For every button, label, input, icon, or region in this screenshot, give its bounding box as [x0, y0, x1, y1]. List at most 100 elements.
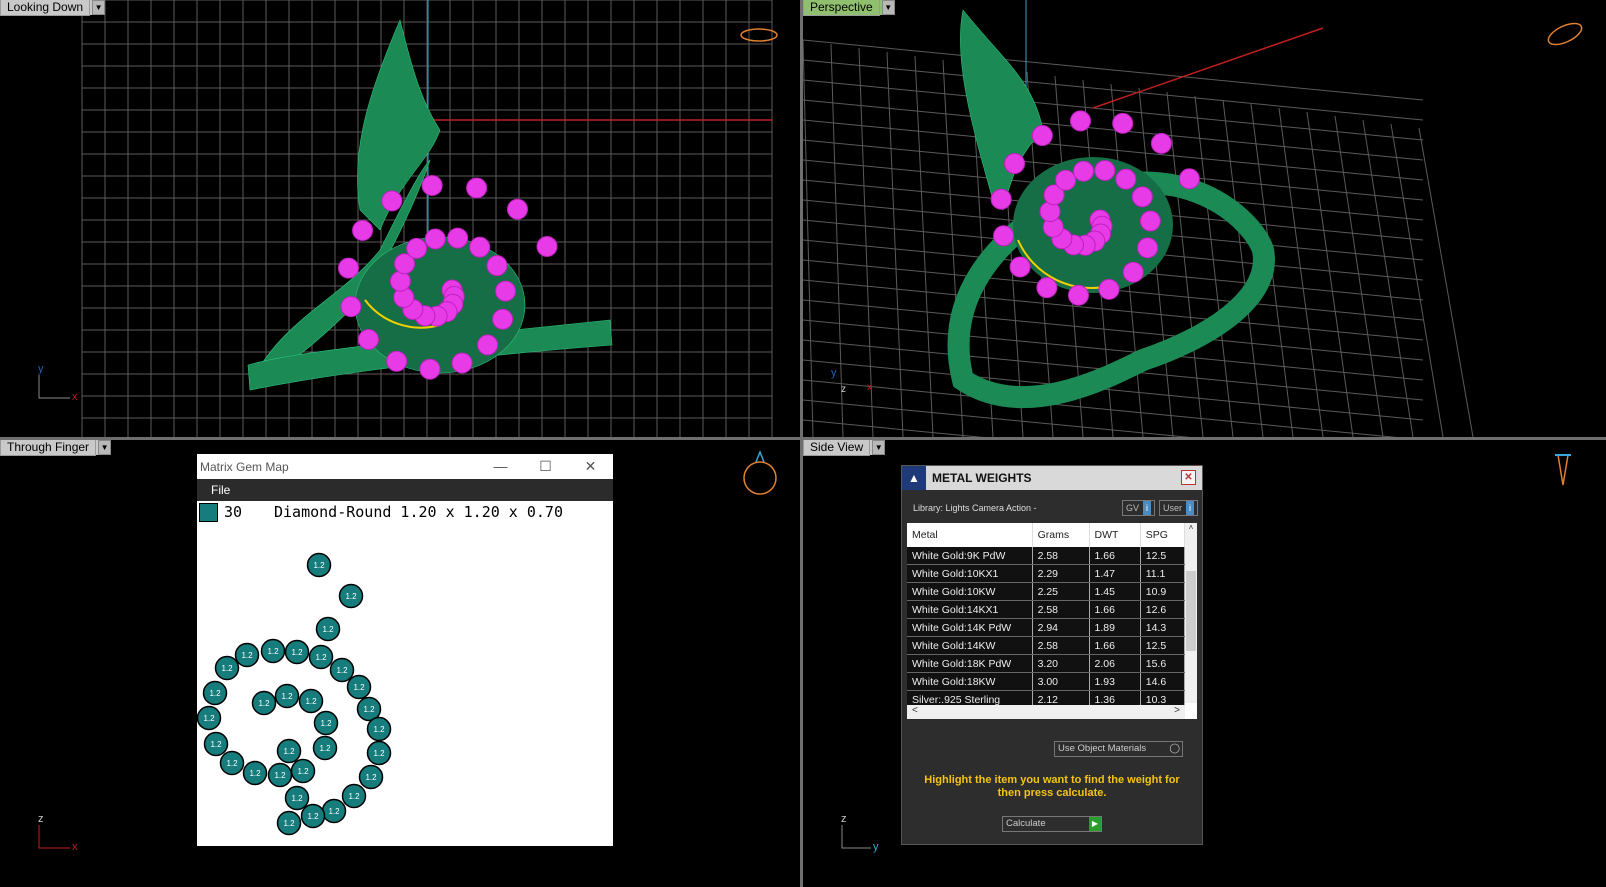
gem-map-stone-label: 1.2: [281, 692, 293, 701]
gem-map-stone-label: 1.2: [313, 561, 325, 570]
gem-stone: [495, 280, 517, 302]
gem-stone: [536, 235, 558, 257]
chevron-down-icon[interactable]: ▼: [881, 0, 895, 15]
table-row[interactable]: White Gold:10KX1 2.29 1.47 11.1: [907, 564, 1186, 583]
viewport-looking-down[interactable]: y x Looking Down ▼: [0, 0, 800, 437]
table-row[interactable]: White Gold:14KX1 2.58 1.66 12.6: [907, 600, 1186, 619]
gem-stone: [1122, 261, 1144, 283]
svg-text:z: z: [841, 384, 846, 395]
table-cell: 11.1: [1140, 564, 1186, 583]
table-row[interactable]: White Gold:14K PdW 2.94 1.89 14.3: [907, 618, 1186, 637]
chevron-down-icon[interactable]: ▼: [98, 440, 112, 455]
gem-map-stone-label: 1.2: [322, 625, 334, 634]
svg-text:y: y: [38, 363, 44, 375]
gem-map-stone-label: 1.2: [353, 683, 365, 692]
perspective-scene: y z x: [803, 0, 1583, 437]
matrix-logo-icon: ▲: [902, 466, 926, 490]
gem-stone: [486, 255, 508, 277]
gem-map-stone-label: 1.2: [315, 653, 327, 662]
viewport-perspective[interactable]: y z x Perspective ▼: [803, 0, 1606, 437]
close-icon[interactable]: ✕: [1181, 470, 1196, 485]
scroll-right-icon[interactable]: >: [1174, 705, 1180, 716]
gem-map-stone-label: 1.2: [320, 719, 332, 728]
gem-stone: [1009, 256, 1031, 278]
instruction-message: Highlight the item you want to find the …: [924, 774, 1180, 799]
table-cell: White Gold:18KW: [907, 672, 1033, 691]
gv-toggle[interactable]: GV i: [1121, 500, 1155, 516]
svg-text:y: y: [831, 367, 837, 379]
table-cell: 14.6: [1140, 672, 1186, 691]
gem-stone: [1137, 237, 1159, 259]
gem-map-stone-label: 1.2: [373, 725, 385, 734]
gem-map-menubar: File: [197, 479, 613, 501]
menu-file[interactable]: File: [211, 483, 230, 497]
gem-stone: [451, 352, 473, 374]
svg-text:x: x: [72, 391, 78, 403]
viewport-label-looking-down[interactable]: Looking Down ▼: [0, 0, 106, 16]
use-object-materials-label: Use Object Materials: [1058, 743, 1147, 754]
gem-stone: [1098, 278, 1120, 300]
column-header[interactable]: Metal: [907, 523, 1033, 547]
table-row[interactable]: White Gold:18KW 3.00 1.93 14.6: [907, 672, 1186, 691]
scroll-left-icon[interactable]: <: [912, 705, 918, 716]
table-cell: 12.5: [1140, 547, 1186, 565]
table-cell: 1.45: [1089, 582, 1141, 601]
gem-stone: [1055, 169, 1077, 191]
gem-map-summary: 30 Diamond-Round 1.20 x 1.20 x 0.70: [197, 501, 613, 523]
gem-map-stone-label: 1.2: [373, 749, 385, 758]
scroll-thumb[interactable]: [1186, 571, 1196, 651]
table-cell: 3.20: [1032, 654, 1090, 673]
gem-map-window[interactable]: Matrix Gem Map — ☐ ✕ File 30 Diamond-Rou…: [197, 454, 613, 846]
viewport-label-side-view[interactable]: Side View ▼: [803, 440, 886, 456]
gem-map-stone-label: 1.2: [365, 773, 377, 782]
table-row[interactable]: White Gold:18K PdW 3.20 2.06 15.6: [907, 654, 1186, 673]
radio-icon: ◯: [1169, 743, 1180, 754]
metal-weights-title: METAL WEIGHTS: [932, 471, 1032, 485]
table-cell: 2.58: [1032, 636, 1090, 655]
gem-stone: [990, 188, 1012, 210]
gem-map-stone-label: 1.2: [336, 666, 348, 675]
gem-map-stone-label: 1.2: [291, 648, 303, 657]
chevron-down-icon[interactable]: ▼: [872, 440, 886, 455]
user-toggle[interactable]: User i: [1158, 500, 1198, 516]
calculate-button[interactable]: Calculate ▶: [1002, 816, 1102, 832]
gem-stone: [993, 225, 1015, 247]
gem-stone: [477, 334, 499, 356]
column-header[interactable]: Grams: [1032, 523, 1090, 547]
minimize-icon[interactable]: —: [478, 458, 523, 475]
table-cell: 2.58: [1032, 600, 1090, 619]
metal-weights-titlebar[interactable]: ▲ METAL WEIGHTS ✕: [902, 466, 1202, 490]
gem-map-titlebar[interactable]: Matrix Gem Map — ☐ ✕: [197, 454, 613, 479]
column-header[interactable]: DWT: [1089, 523, 1141, 547]
gem-stone: [1094, 159, 1116, 181]
table-row[interactable]: White Gold:10KW 2.25 1.45 10.9: [907, 582, 1186, 601]
table-cell: White Gold:14KW: [907, 636, 1033, 655]
maximize-icon[interactable]: ☐: [523, 458, 568, 475]
table-cell: 3.00: [1032, 672, 1090, 691]
table-row[interactable]: White Gold:14KW 2.58 1.66 12.5: [907, 636, 1186, 655]
horizontal-scrollbar[interactable]: < >: [907, 705, 1185, 719]
metal-table[interactable]: Metal Grams DWT SPG White Gold:9K PdW 2.58 1.…: [907, 523, 1197, 719]
scroll-up-icon[interactable]: ˄: [1185, 523, 1197, 532]
gem-map-stone-label: 1.2: [209, 689, 221, 698]
table-cell: 10.9: [1140, 582, 1186, 601]
table-cell: 2.29: [1032, 564, 1090, 583]
viewport-label-through-finger[interactable]: Through Finger ▼: [0, 440, 112, 456]
gem-map-stone-label: 1.2: [241, 651, 253, 660]
gem-stone: [1112, 112, 1134, 134]
gem-stone: [506, 198, 528, 220]
calculate-label: Calculate: [1006, 818, 1046, 829]
table-cell: 14.3: [1140, 618, 1186, 637]
column-header[interactable]: SPG: [1140, 523, 1186, 547]
gem-stone: [337, 257, 359, 279]
gem-stone: [1150, 132, 1172, 154]
viewport-label-text: Looking Down: [0, 0, 91, 16]
chevron-down-icon[interactable]: ▼: [92, 0, 106, 15]
close-icon[interactable]: ✕: [568, 458, 613, 475]
gem-stone: [1131, 186, 1153, 208]
table-row[interactable]: White Gold:9K PdW 2.58 1.66 12.5: [907, 547, 1186, 565]
viewport-label-perspective[interactable]: Perspective ▼: [803, 0, 895, 16]
metal-weights-panel[interactable]: ▲ METAL WEIGHTS ✕ Library: Lights Camera…: [901, 465, 1203, 845]
use-object-materials-button[interactable]: Use Object Materials ◯: [1054, 741, 1183, 757]
vertical-scrollbar[interactable]: ˄: [1185, 523, 1197, 703]
